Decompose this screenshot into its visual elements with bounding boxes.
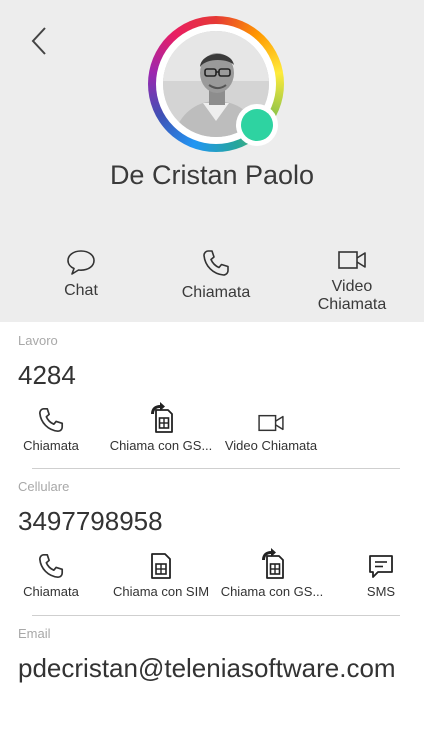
mobile-call-gsm-button[interactable]: Chiama con GS...: [217, 548, 327, 599]
work-video-call-label: Video Chiamata: [224, 438, 318, 453]
email-section-label: Email: [18, 626, 51, 641]
work-number[interactable]: 4284: [18, 360, 76, 391]
work-call-button[interactable]: Chiamata: [18, 404, 84, 453]
chat-button[interactable]: Chat: [26, 248, 136, 300]
contact-name: De Cristan Paolo: [109, 160, 315, 190]
divider: [32, 468, 400, 469]
work-call-label: Chiamata: [23, 438, 79, 453]
work-call-gsm-label: Chiama con GS...: [109, 438, 213, 453]
chevron-left-icon: [31, 27, 46, 55]
work-section-label: Lavoro: [18, 333, 58, 348]
phone-icon: [38, 407, 64, 433]
mobile-call-gsm-label: Chiama con GS...: [220, 584, 324, 599]
sms-label: SMS: [366, 584, 396, 599]
mobile-number[interactable]: 3497798958: [18, 506, 163, 537]
video-call-button[interactable]: Video Chiamata: [297, 248, 407, 314]
mobile-section-label: Cellulare: [18, 479, 70, 494]
back-button[interactable]: [22, 22, 56, 60]
call-button[interactable]: Chiamata: [161, 248, 271, 302]
sim-card-icon: [151, 553, 171, 579]
phone-icon: [38, 553, 64, 579]
message-icon: [369, 555, 393, 578]
video-camera-icon: [338, 251, 366, 269]
contact-header: De Cristan Paolo Chat Chiamata Video Chi…: [0, 0, 424, 322]
avatar: [148, 16, 284, 152]
video-call-label: Video Chiamata: [317, 278, 387, 313]
mobile-call-button[interactable]: Chiamata: [18, 550, 84, 599]
chat-bubble-icon: [67, 250, 95, 275]
sms-button[interactable]: SMS: [356, 550, 406, 599]
call-label: Chiamata: [181, 284, 251, 301]
mobile-call-label: Chiamata: [23, 584, 79, 599]
mobile-call-sim-label: Chiama con SIM: [112, 584, 210, 599]
mobile-call-sim-button[interactable]: Chiama con SIM: [106, 550, 216, 599]
chat-label: Chat: [64, 282, 98, 299]
phone-icon: [203, 250, 229, 276]
work-call-gsm-button[interactable]: Chiama con GS...: [106, 402, 216, 453]
sim-forward-icon: [151, 402, 173, 433]
divider: [32, 615, 400, 616]
sim-forward-icon: [262, 548, 284, 579]
email-address[interactable]: pdecristan@teleniasoftware.com: [18, 653, 396, 684]
work-video-call-button[interactable]: Video Chiamata: [219, 404, 323, 453]
online-status-indicator: [236, 104, 278, 146]
video-camera-icon: [258, 414, 284, 432]
